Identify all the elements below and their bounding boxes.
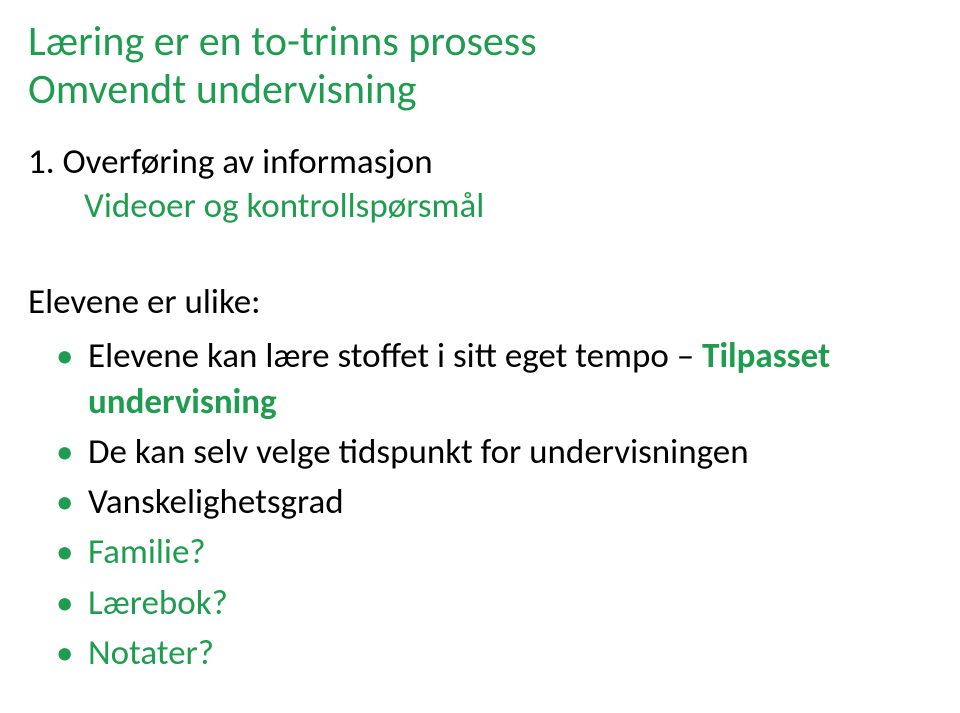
slide: Læring er en to-trinns prosess Omvendt u…: [0, 0, 960, 700]
bullet-6-text: Notater?: [88, 632, 214, 674]
ordered-item-1: 1. Overføring av informasjon: [28, 141, 932, 183]
bullet-5-text: Lærebok?: [88, 582, 228, 624]
bullet-item-3: Vanskelighetsgrad: [56, 479, 932, 525]
bullet-item-5: Lærebok?: [56, 580, 932, 626]
slide-title: Læring er en to-trinns prosess Omvendt u…: [28, 18, 932, 115]
ordered-number: 1.: [28, 141, 55, 183]
section-heading: Elevene er ulike:: [28, 281, 932, 323]
bullet-list: Elevene kan lære stoffet i sitt eget tem…: [28, 333, 932, 676]
bullet-item-1: Elevene kan lære stoffet i sitt eget tem…: [56, 333, 932, 425]
bullet-1-text: Elevene kan lære stoffet i sitt eget tem…: [88, 335, 702, 377]
bullet-item-4: Familie?: [56, 529, 932, 575]
bullet-4-text: Familie?: [88, 531, 206, 573]
ordered-sub: Videoer og kontrollspørsmål: [84, 185, 932, 227]
title-line-2: Omvendt undervisning: [28, 66, 932, 114]
title-line-1: Læring er en to-trinns prosess: [28, 18, 932, 66]
bullet-item-6: Notater?: [56, 630, 932, 676]
ordered-head: Overføring av informasjon: [63, 141, 433, 183]
bullet-item-2: De kan selv velge tidspunkt for undervis…: [56, 429, 932, 475]
